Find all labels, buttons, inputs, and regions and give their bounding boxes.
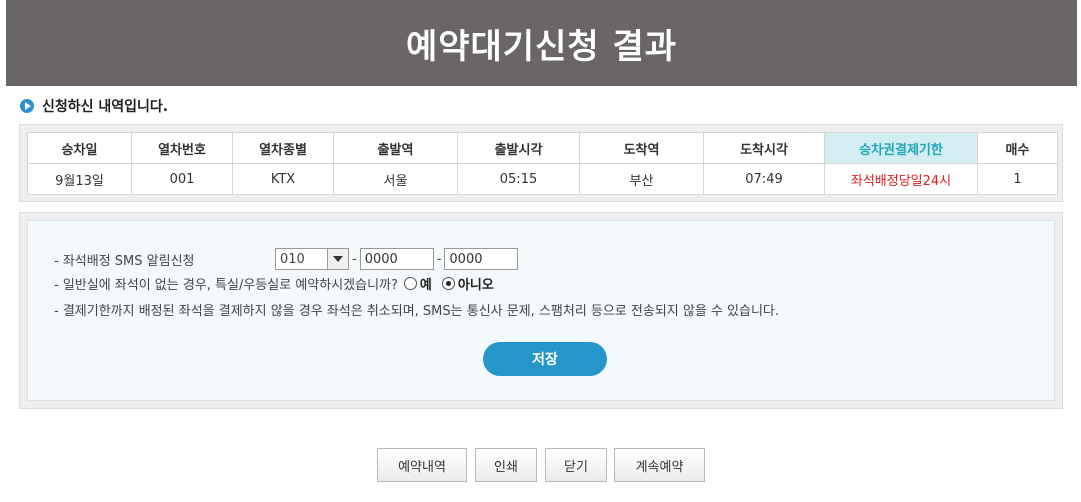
play-bullet-icon (20, 99, 34, 113)
table-row: 9월13일 001 KTX 서울 05:15 부산 07:49 좌석배정당일24… (27, 163, 1058, 195)
sms-row: - 좌석배정 SMS 알림신청 010 - - (54, 247, 519, 271)
special-seat-row: - 일반실에 좌석이 없는 경우, 특실/우등실로 예약하시겠습니까? 예 아니… (54, 272, 498, 294)
section-heading-text: 신청하신 내역입니다. (42, 99, 169, 115)
cell-departure-time: 05:15 (457, 163, 580, 195)
radio-yes[interactable] (403, 276, 417, 290)
page-title: 예약대기신청 결과 (6, 0, 1077, 86)
cell-train-number: 001 (131, 163, 233, 195)
header-arrival-station: 도착역 (579, 132, 704, 164)
bottom-button-bar: 예약내역 인쇄 닫기 계속예약 (0, 448, 1081, 482)
notice-row: - 결제기한까지 배정된 좌석을 결제하지 않을 경우 좌석은 취소되며, SM… (54, 298, 779, 320)
phone-prefix-select[interactable]: 010 (275, 248, 349, 270)
save-button[interactable]: 저장 (483, 342, 607, 376)
header-train-type: 열차종별 (232, 132, 334, 164)
options-panel: - 좌석배정 SMS 알림신청 010 - - - 일반실에 좌석이 없는 경우… (19, 212, 1063, 409)
print-button[interactable]: 인쇄 (475, 448, 537, 482)
cell-departure-station: 서울 (333, 163, 458, 195)
cell-arrival-station: 부산 (579, 163, 704, 195)
cell-train-type: KTX (232, 163, 334, 195)
phone-dash: - (436, 251, 442, 267)
special-seat-question: - 일반실에 좌석이 없는 경우, 특실/우등실로 예약하시겠습니까? (54, 277, 398, 293)
header-train-number: 열차번호 (131, 132, 233, 164)
dropdown-arrow-button[interactable] (327, 249, 348, 269)
phone-middle-input[interactable] (359, 248, 434, 270)
header-ticket-count: 매수 (977, 132, 1058, 164)
header-departure-station: 출발역 (333, 132, 458, 164)
cell-arrival-time: 07:49 (703, 163, 825, 195)
close-button[interactable]: 닫기 (545, 448, 607, 482)
reservation-table-panel: 승차일 열차번호 열차종별 출발역 출발시각 도착역 도착시각 승차권결제기한 … (19, 124, 1063, 202)
header-arrival-time: 도착시각 (703, 132, 825, 164)
phone-prefix-value: 010 (280, 251, 305, 267)
page-title-text: 예약대기신청 결과 (405, 26, 678, 67)
phone-dash: - (352, 251, 357, 267)
cell-ticket-count: 1 (977, 163, 1058, 195)
payment-notice-text: - 결제기한까지 배정된 좌석을 결제하지 않을 경우 좌석은 취소되며, SM… (54, 303, 780, 319)
header-departure-time: 출발시각 (457, 132, 580, 164)
continue-reservation-button[interactable]: 계속예약 (614, 448, 705, 482)
options-panel-inner: - 좌석배정 SMS 알림신청 010 - - - 일반실에 좌석이 없는 경우… (27, 220, 1055, 401)
sms-label: - 좌석배정 SMS 알림신청 (54, 253, 195, 269)
section-heading: 신청하신 내역입니다. (20, 96, 168, 116)
radio-yes-label[interactable]: 예 (420, 274, 432, 293)
radio-no-label[interactable]: 아니오 (458, 274, 494, 293)
phone-last-input[interactable] (444, 248, 519, 270)
chevron-down-icon (333, 256, 343, 262)
radio-no[interactable] (441, 276, 455, 290)
header-boarding-date: 승차일 (27, 132, 132, 164)
cell-payment-deadline: 좌석배정당일24시 (824, 163, 978, 195)
cell-boarding-date: 9월13일 (27, 163, 132, 195)
reservation-table: 승차일 열차번호 열차종별 출발역 출발시각 도착역 도착시각 승차권결제기한 … (27, 132, 1058, 195)
table-header-row: 승차일 열차번호 열차종별 출발역 출발시각 도착역 도착시각 승차권결제기한 … (27, 132, 1058, 164)
header-payment-deadline: 승차권결제기한 (824, 132, 978, 164)
reservation-history-button[interactable]: 예약내역 (377, 448, 467, 482)
